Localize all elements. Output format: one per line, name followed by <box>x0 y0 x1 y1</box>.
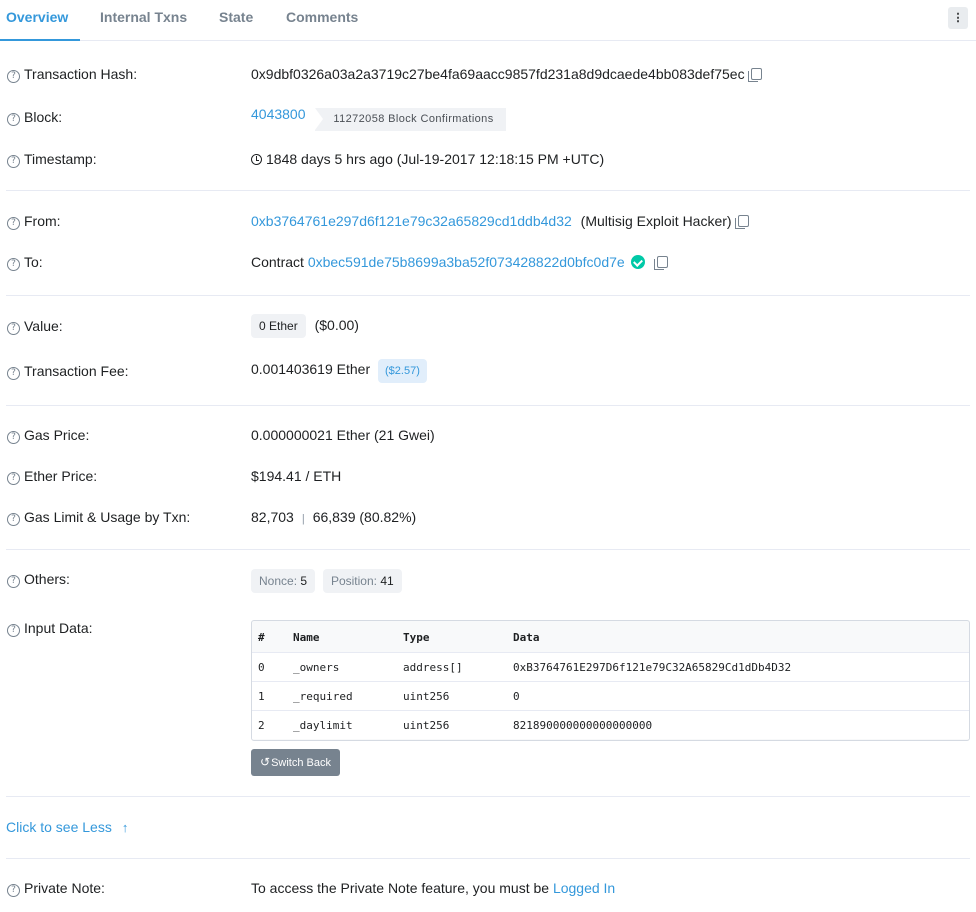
gas-limit: 82,703 <box>251 509 294 525</box>
block-value: 4043800 11272058 Block Confirmations <box>251 105 506 131</box>
more-options-button[interactable]: ⋮ <box>948 7 968 29</box>
table-header-data: Data <box>513 631 540 644</box>
input-data-table: # Name Type Data 0 _owners address[] 0xB… <box>251 620 970 741</box>
from-address-link[interactable]: 0xb3764761e297d6f121e79c32a65829cd1ddb4d… <box>251 213 572 229</box>
copy-icon[interactable] <box>734 215 749 229</box>
input-data-label: ? Input Data: <box>7 620 93 637</box>
table-cell: 0 <box>513 690 520 703</box>
arrow-up-icon: ↑ <box>121 820 129 835</box>
table-row: 0 _owners address[] 0xB3764761E297D6f121… <box>252 652 969 681</box>
from-label: ? From: <box>7 213 61 230</box>
help-icon[interactable]: ? <box>7 113 20 126</box>
help-icon[interactable]: ? <box>7 472 20 485</box>
block-label: ? Block: <box>7 109 62 126</box>
value-value: 0 Ether ($0.00) <box>251 314 359 338</box>
divider <box>6 796 970 797</box>
tab-overview[interactable]: Overview <box>0 0 80 41</box>
nonce-pill: Nonce: 5 <box>251 569 316 593</box>
table-cell: 1 <box>258 690 265 703</box>
to-label: ? To: <box>7 254 43 271</box>
gas-price-value: 0.000000021 Ether (21 Gwei) <box>251 427 435 443</box>
owner-address-link[interactable]: 0xB3764761E297D6f121e79C32A65829Cd1dDb4D… <box>513 661 791 674</box>
value-usd: ($0.00) <box>314 317 359 333</box>
table-cell: 0 <box>258 661 265 674</box>
table-cell: _owners <box>293 661 340 674</box>
help-icon[interactable]: ? <box>7 258 20 271</box>
tab-bar: Overview Internal Txns State Comments ⋮ <box>0 0 976 41</box>
logged-in-link[interactable]: Logged In <box>553 880 615 896</box>
table-cell: address[] <box>403 661 463 674</box>
divider <box>6 295 970 296</box>
divider <box>6 190 970 191</box>
gas-limit-label: ? Gas Limit & Usage by Txn: <box>7 509 190 526</box>
divider <box>6 405 970 406</box>
table-cell: 2 <box>258 719 265 732</box>
table-cell: _required <box>293 690 353 703</box>
clock-icon <box>251 154 262 165</box>
fee-ether: 0.001403619 Ether <box>251 361 371 377</box>
help-icon[interactable]: ? <box>7 884 20 897</box>
table-header-type: Type <box>403 631 430 644</box>
position-pill: Position: 41 <box>322 569 402 593</box>
ether-price-value: $194.41 / ETH <box>251 468 342 484</box>
copy-icon[interactable] <box>747 68 762 82</box>
table-cell: _daylimit <box>293 719 353 732</box>
private-note-label: ? Private Note: <box>7 880 105 897</box>
table-cell: uint256 <box>403 690 450 703</box>
help-icon[interactable]: ? <box>7 431 20 444</box>
confirmations-badge: 11272058 Block Confirmations <box>315 108 506 131</box>
see-less-link[interactable]: Click to see Less ↑ <box>6 819 128 835</box>
copy-icon[interactable] <box>653 256 668 270</box>
help-icon[interactable]: ? <box>7 322 20 335</box>
gas-separator: | <box>301 513 305 525</box>
transaction-fee-value: 0.001403619 Ether ($2.57) <box>251 359 427 383</box>
table-header-index: # <box>258 631 265 644</box>
to-value: Contract 0xbec591de75b8699a3ba52f0734288… <box>251 254 668 270</box>
timestamp-value: 1848 days 5 hrs ago (Jul-19-2017 12:18:1… <box>251 151 604 167</box>
help-icon[interactable]: ? <box>7 217 20 230</box>
help-icon[interactable]: ? <box>7 155 20 168</box>
divider <box>6 549 970 550</box>
transaction-hash: 0x9dbf0326a03a2a3719c27be4fa69aacc9857fd… <box>251 66 745 82</box>
help-icon[interactable]: ? <box>7 513 20 526</box>
transaction-hash-label: ? Transaction Hash: <box>7 66 137 83</box>
gas-price-label: ? Gas Price: <box>7 427 89 444</box>
tab-internal-txns[interactable]: Internal Txns <box>100 0 187 41</box>
private-note-value: To access the Private Note feature, you … <box>251 880 616 896</box>
help-icon[interactable]: ? <box>7 367 20 380</box>
table-row: 2 _daylimit uint256 82189000000000000000… <box>252 710 969 739</box>
tab-comments[interactable]: Comments <box>286 0 358 41</box>
gas-limit-value: 82,703 | 66,839 (80.82%) <box>251 509 416 525</box>
verified-check-icon <box>630 255 645 269</box>
switch-back-button[interactable]: ↺Switch Back <box>251 749 340 776</box>
help-icon[interactable]: ? <box>7 624 20 637</box>
transaction-hash-value: 0x9dbf0326a03a2a3719c27be4fa69aacc9857fd… <box>251 66 762 82</box>
value-ether-pill: 0 Ether <box>251 314 306 338</box>
fee-usd-badge: ($2.57) <box>378 359 427 383</box>
block-number-link[interactable]: 4043800 <box>251 106 306 122</box>
from-value: 0xb3764761e297d6f121e79c32a65829cd1ddb4d… <box>251 213 749 229</box>
value-label: ? Value: <box>7 318 63 335</box>
table-cell: uint256 <box>403 719 450 732</box>
others-value: Nonce: 5 Position: 41 <box>251 569 402 593</box>
transaction-fee-label: ? Transaction Fee: <box>7 363 129 380</box>
tab-state[interactable]: State <box>219 0 253 41</box>
to-contract-link[interactable]: 0xbec591de75b8699a3ba52f073428822d0bfc0d… <box>308 254 625 270</box>
table-cell: 821890000000000000000 <box>513 719 653 732</box>
from-tag: (Multisig Exploit Hacker) <box>580 213 732 229</box>
help-icon[interactable]: ? <box>7 575 20 588</box>
divider <box>6 858 970 859</box>
table-row: 1 _required uint256 0 <box>252 681 969 710</box>
timestamp-label: ? Timestamp: <box>7 151 97 168</box>
help-icon[interactable]: ? <box>7 70 20 83</box>
others-label: ? Others: <box>7 571 70 588</box>
ether-price-label: ? Ether Price: <box>7 468 97 485</box>
gas-used: 66,839 (80.82%) <box>312 509 417 525</box>
table-header-name: Name <box>293 631 320 644</box>
undo-icon: ↺ <box>260 755 271 769</box>
contract-prefix: Contract <box>251 254 304 270</box>
